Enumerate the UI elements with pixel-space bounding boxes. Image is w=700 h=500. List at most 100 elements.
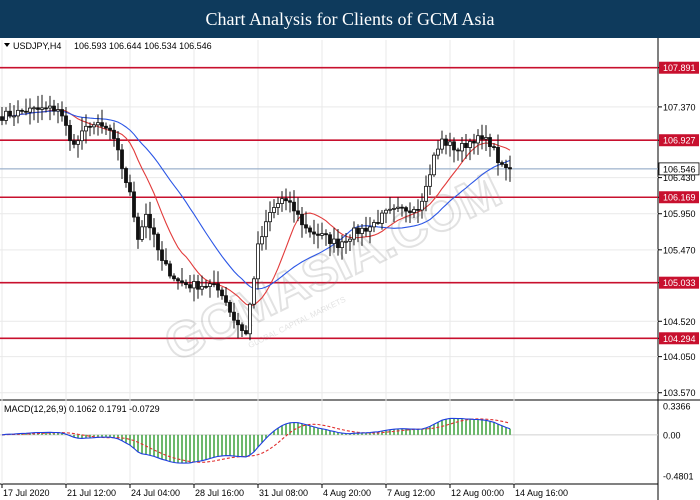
candle-body xyxy=(404,207,408,212)
candle-body xyxy=(156,233,160,251)
candle-body xyxy=(344,240,348,243)
price-tick-label: 105.950 xyxy=(663,209,696,219)
candle-body xyxy=(424,185,428,202)
time-tick-label: 28 Jul 16:00 xyxy=(195,488,244,498)
candle-body xyxy=(340,241,344,249)
candle-body xyxy=(148,213,152,229)
candle-body xyxy=(240,324,244,331)
candle-body xyxy=(316,233,320,236)
candle-body xyxy=(500,162,504,165)
candle-body xyxy=(164,260,168,265)
candle-body xyxy=(276,203,280,208)
candle-body xyxy=(464,143,468,148)
price-tick-label: 105.470 xyxy=(663,245,696,255)
candle-body xyxy=(124,168,128,184)
candle-body xyxy=(304,224,308,229)
candle-body xyxy=(176,278,180,282)
candle-body xyxy=(160,249,164,261)
symbol-label[interactable]: USDJPY,H4 xyxy=(13,41,61,51)
candle-body xyxy=(396,206,400,209)
time-tick-label: 24 Jul 04:00 xyxy=(131,488,180,498)
candle-body xyxy=(360,227,364,234)
time-tick-label: 4 Aug 20:00 xyxy=(323,488,371,498)
candle-body xyxy=(192,281,196,289)
candle-body xyxy=(64,115,68,126)
candle-body xyxy=(372,222,376,228)
banner-title: Chart Analysis for Clients of GCM Asia xyxy=(0,0,700,38)
candle-body xyxy=(0,116,4,121)
chart-window: Chart Analysis for Clients of GCM Asia G… xyxy=(0,0,700,500)
candle-body xyxy=(504,163,508,169)
candle-body xyxy=(16,109,20,117)
candle-body xyxy=(184,282,188,286)
price-tick-label: 107.891 xyxy=(663,63,696,73)
candle-body xyxy=(224,295,228,303)
price-tick-label: 106.927 xyxy=(663,136,696,146)
candle-body xyxy=(392,207,396,210)
candle-body xyxy=(44,107,48,110)
candle-body xyxy=(32,107,36,110)
candle-body xyxy=(116,138,120,151)
candle-body xyxy=(300,213,304,226)
candle-body xyxy=(28,107,32,113)
candle-body xyxy=(268,212,272,223)
candle-body xyxy=(440,138,444,150)
price-tick-label: 105.033 xyxy=(663,278,696,288)
candle-body xyxy=(112,129,116,139)
candle-body xyxy=(52,105,56,112)
candle-body xyxy=(72,140,76,145)
candle-body xyxy=(128,182,132,193)
candle-body xyxy=(368,226,372,232)
candle-body xyxy=(312,231,316,235)
candle-body xyxy=(100,122,104,127)
candle-body xyxy=(76,140,80,145)
candle-body xyxy=(280,198,284,204)
candle-body xyxy=(168,263,172,277)
candle-body xyxy=(188,284,192,289)
candle-body xyxy=(320,233,324,236)
candle-body xyxy=(252,278,256,305)
price-tick-label: 104.050 xyxy=(663,352,696,362)
candle-body xyxy=(132,191,136,218)
candle-body xyxy=(420,200,424,211)
candle-body xyxy=(468,141,472,148)
candle-body xyxy=(228,301,232,313)
candle-body xyxy=(336,238,340,249)
candle-body xyxy=(456,149,460,152)
price-tick-label: 103.570 xyxy=(663,388,696,398)
time-tick-label: 12 Aug 00:00 xyxy=(451,488,504,498)
candle-body xyxy=(376,222,380,224)
candle-body xyxy=(412,209,416,213)
candle-body xyxy=(428,174,432,187)
candle-body xyxy=(152,227,156,235)
candle-body xyxy=(60,109,64,117)
candle-body xyxy=(260,236,264,245)
candle-body xyxy=(352,227,356,240)
candle-body xyxy=(284,198,288,202)
candle-body xyxy=(492,146,496,148)
candle-body xyxy=(208,283,212,287)
candle-body xyxy=(472,141,476,144)
candle-body xyxy=(448,141,452,146)
candle-body xyxy=(40,107,44,110)
candle-body xyxy=(256,243,260,280)
candle-body xyxy=(108,127,112,131)
candle-body xyxy=(452,141,456,151)
candle-body xyxy=(332,238,336,244)
candle-body xyxy=(232,311,236,321)
candle-body xyxy=(84,125,88,132)
candle-body xyxy=(236,319,240,326)
candle-body xyxy=(220,289,224,297)
candle-body xyxy=(496,147,500,164)
candle-body xyxy=(244,330,248,335)
candle-body xyxy=(288,200,292,203)
candle-body xyxy=(8,110,12,117)
candle-body xyxy=(212,283,216,286)
candle-body xyxy=(488,137,492,147)
candle-body xyxy=(292,201,296,212)
candle-body xyxy=(308,227,312,233)
candle-body xyxy=(216,283,220,291)
time-tick-label: 14 Aug 16:00 xyxy=(515,488,568,498)
candle-body xyxy=(264,221,268,238)
candle-body xyxy=(432,154,436,176)
